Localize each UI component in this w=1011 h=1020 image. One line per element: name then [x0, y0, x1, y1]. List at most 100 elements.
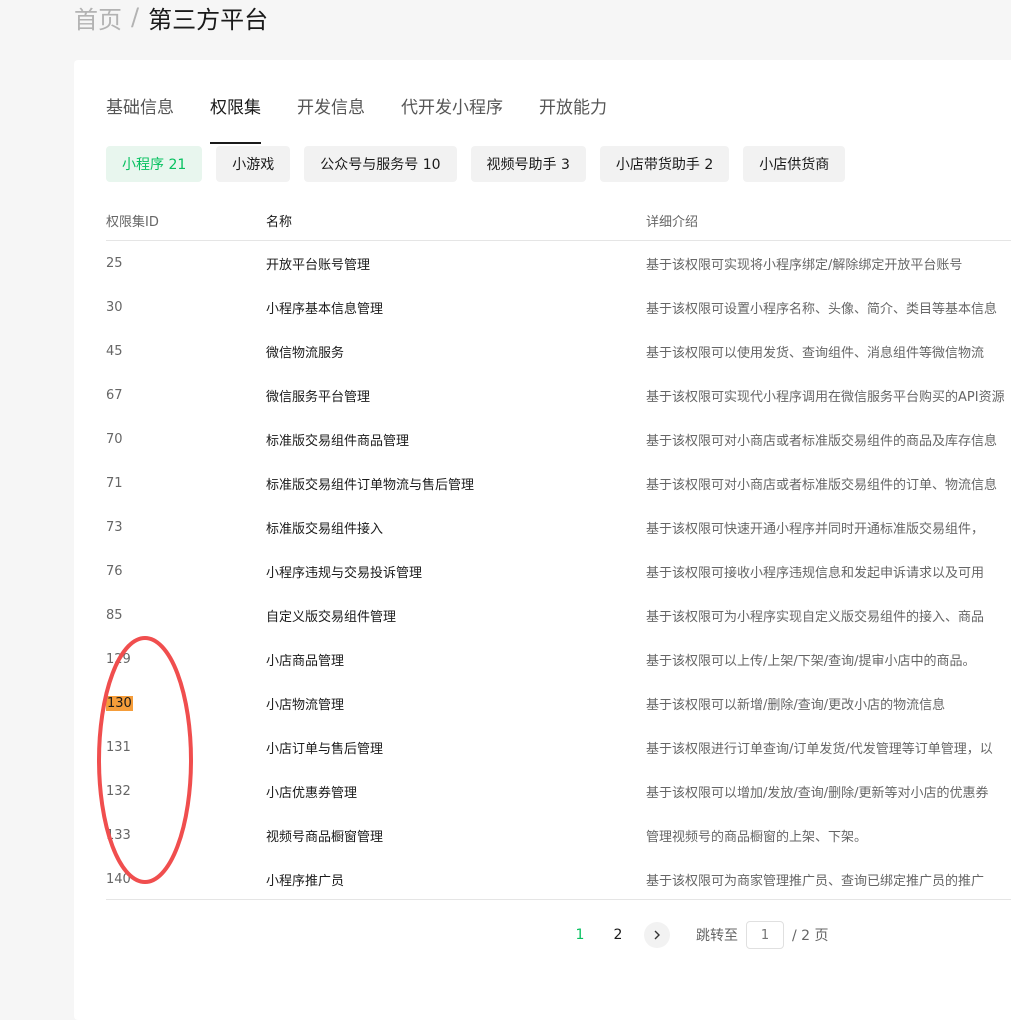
row-desc: 基于该权限可实现代小程序调用在微信服务平台购买的API资源	[646, 389, 1005, 405]
table-row[interactable]: 76 小程序违规与交易投诉管理 基于该权限可接收小程序违规信息和发起申诉请求以及可用	[106, 549, 1011, 593]
row-name: 标准版交易组件商品管理	[266, 433, 410, 449]
table-row[interactable]: 129 小店商品管理 基于该权限可以上传/上架/下架/查询/提审小店中的商品。	[106, 637, 1011, 681]
row-id-text: 140	[106, 871, 131, 887]
row-id: 132	[106, 784, 266, 799]
row-desc: 基于该权限可设置小程序名称、头像、简介、类目等基本信息	[646, 301, 998, 317]
row-id: 140	[106, 872, 266, 887]
row-id: 67	[106, 388, 266, 403]
permission-table: 权限集ID 名称 详细介绍 25 开放平台账号管理 基于该权限可实现将小程序绑定/解…	[106, 200, 1011, 900]
row-desc: 管理视频号的商品橱窗的上架、下架。	[646, 829, 868, 845]
row-desc: 基于该权限可以上传/上架/下架/查询/提审小店中的商品。	[646, 653, 976, 669]
main-card: 基础信息 权限集 开发信息 代开发小程序 开放能力 小程序 21 小游戏 公众号…	[74, 60, 1011, 1020]
tab-permission-sets[interactable]: 权限集	[210, 96, 261, 144]
pagination: 1 2 跳转至 / 2 页	[566, 921, 829, 949]
tab-dev-info[interactable]: 开发信息	[297, 96, 365, 132]
row-id: 70	[106, 432, 266, 447]
next-page-button[interactable]	[644, 922, 670, 948]
breadcrumb-home-link[interactable]: 首页	[74, 0, 122, 35]
tab-proxy-dev-miniprogram[interactable]: 代开发小程序	[401, 96, 503, 132]
row-id-highlighted: 130	[106, 695, 133, 711]
tab-basic-info[interactable]: 基础信息	[106, 96, 174, 132]
row-id-text: 133	[106, 827, 131, 843]
row-name: 视频号商品橱窗管理	[266, 829, 384, 845]
row-id-text: 71	[106, 475, 123, 491]
table-row[interactable]: 73 标准版交易组件接入 基于该权限可快速开通小程序并同时开通标准版交易组件，	[106, 505, 1011, 549]
breadcrumb-separator: /	[131, 3, 140, 31]
page-1-button[interactable]: 1	[566, 927, 594, 943]
row-id: 85	[106, 608, 266, 623]
row-name: 小程序违规与交易投诉管理	[266, 565, 423, 581]
table-row[interactable]: 140 小程序推广员 基于该权限可为商家管理推广员、查询已绑定推广员的推广	[106, 857, 1011, 901]
row-id: 30	[106, 300, 266, 315]
row-desc: 基于该权限可以增加/发放/查询/删除/更新等对小店的优惠券	[646, 785, 989, 801]
row-name: 小程序基本信息管理	[266, 301, 384, 317]
table-row[interactable]: 30 小程序基本信息管理 基于该权限可设置小程序名称、头像、简介、类目等基本信息	[106, 285, 1011, 329]
table-row[interactable]: 85 自定义版交易组件管理 基于该权限可为小程序实现自定义版交易组件的接入、商品	[106, 593, 1011, 637]
table-row[interactable]: 131 小店订单与售后管理 基于该权限进行订单查询/订单发货/代发管理等订单管理，以	[106, 725, 1011, 769]
header-name: 名称	[266, 214, 293, 230]
row-name: 小程序推广员	[266, 873, 345, 889]
row-desc: 基于该权限可为商家管理推广员、查询已绑定推广员的推广	[646, 873, 985, 889]
row-id: 25	[106, 256, 266, 271]
row-id-text: 25	[106, 255, 123, 271]
row-desc: 基于该权限进行订单查询/订单发货/代发管理等订单管理，以	[646, 741, 993, 757]
chip-minigame[interactable]: 小游戏	[216, 146, 291, 182]
row-id-text: 73	[106, 519, 123, 535]
row-name: 标准版交易组件接入	[266, 521, 384, 537]
header-desc: 详细介绍	[646, 214, 699, 230]
tab-bar: 基础信息 权限集 开发信息 代开发小程序 开放能力	[106, 96, 643, 144]
row-name: 自定义版交易组件管理	[266, 609, 397, 625]
chip-miniprogram[interactable]: 小程序 21	[106, 146, 203, 182]
table-row[interactable]: 132 小店优惠券管理 基于该权限可以增加/发放/查询/删除/更新等对小店的优惠券	[106, 769, 1011, 813]
chip-official-account[interactable]: 公众号与服务号 10	[304, 146, 457, 182]
table-row[interactable]: 67 微信服务平台管理 基于该权限可实现代小程序调用在微信服务平台购买的API资源	[106, 373, 1011, 417]
total-pages: / 2 页	[792, 928, 829, 944]
row-desc: 基于该权限可以使用发货、查询组件、消息组件等微信物流	[646, 345, 985, 361]
table-row[interactable]: 70 标准版交易组件商品管理 基于该权限可对小商店或者标准版交易组件的商品及库存信息	[106, 417, 1011, 461]
row-id-text: 76	[106, 563, 123, 579]
row-id: 131	[106, 740, 266, 755]
chip-channels-assistant[interactable]: 视频号助手 3	[470, 146, 586, 182]
row-name: 开放平台账号管理	[266, 257, 371, 273]
row-name: 微信服务平台管理	[266, 389, 371, 405]
row-id-text: 129	[106, 651, 131, 667]
tab-open-capabilities[interactable]: 开放能力	[539, 96, 607, 132]
row-id: 45	[106, 344, 266, 359]
breadcrumb: 首页 / 第三方平台	[74, 0, 268, 34]
row-id-text: 132	[106, 783, 131, 799]
table-row[interactable]: 45 微信物流服务 基于该权限可以使用发货、查询组件、消息组件等微信物流	[106, 329, 1011, 373]
row-name: 微信物流服务	[266, 345, 345, 361]
row-name: 标准版交易组件订单物流与售后管理	[266, 477, 475, 493]
table-row[interactable]: 71 标准版交易组件订单物流与售后管理 基于该权限可对小商店或者标准版交易组件的订单…	[106, 461, 1011, 505]
page-2-button[interactable]: 2	[604, 927, 632, 943]
row-desc: 基于该权限可快速开通小程序并同时开通标准版交易组件，	[646, 521, 985, 537]
row-id: 71	[106, 476, 266, 491]
row-id: 129	[106, 652, 266, 667]
jump-label: 跳转至	[696, 928, 738, 944]
page-title: 第三方平台	[148, 5, 269, 34]
row-id: 73	[106, 520, 266, 535]
chevron-right-icon	[654, 930, 660, 940]
row-id-text: 45	[106, 343, 123, 359]
row-id-text: 30	[106, 299, 123, 315]
row-id: 130	[106, 695, 266, 711]
table-row[interactable]: 130 小店物流管理 基于该权限可以新增/删除/查询/更改小店的物流信息	[106, 681, 1011, 725]
row-desc: 基于该权限可接收小程序违规信息和发起申诉请求以及可用	[646, 565, 985, 581]
row-desc: 基于该权限可对小商店或者标准版交易组件的订单、物流信息	[646, 477, 998, 493]
row-desc: 基于该权限可实现将小程序绑定/解除绑定开放平台账号	[646, 257, 963, 273]
table-row[interactable]: 133 视频号商品橱窗管理 管理视频号的商品橱窗的上架、下架。	[106, 813, 1011, 857]
row-name: 小店物流管理	[266, 697, 345, 713]
row-id: 133	[106, 828, 266, 843]
row-name: 小店订单与售后管理	[266, 741, 384, 757]
table-divider	[106, 899, 1011, 900]
header-id: 权限集ID	[106, 214, 159, 230]
chip-shop-supplier[interactable]: 小店供货商	[743, 146, 846, 182]
jump-page-input[interactable]	[746, 921, 784, 949]
row-desc: 基于该权限可对小商店或者标准版交易组件的商品及库存信息	[646, 433, 998, 449]
row-desc: 基于该权限可为小程序实现自定义版交易组件的接入、商品	[646, 609, 985, 625]
row-id-text: 131	[106, 739, 131, 755]
chip-shop-sales-assistant[interactable]: 小店带货助手 2	[599, 146, 730, 182]
category-chips: 小程序 21 小游戏 公众号与服务号 10 视频号助手 3 小店带货助手 2 小…	[106, 146, 859, 182]
row-name: 小店优惠券管理	[266, 785, 358, 801]
table-row[interactable]: 25 开放平台账号管理 基于该权限可实现将小程序绑定/解除绑定开放平台账号	[106, 241, 1011, 285]
